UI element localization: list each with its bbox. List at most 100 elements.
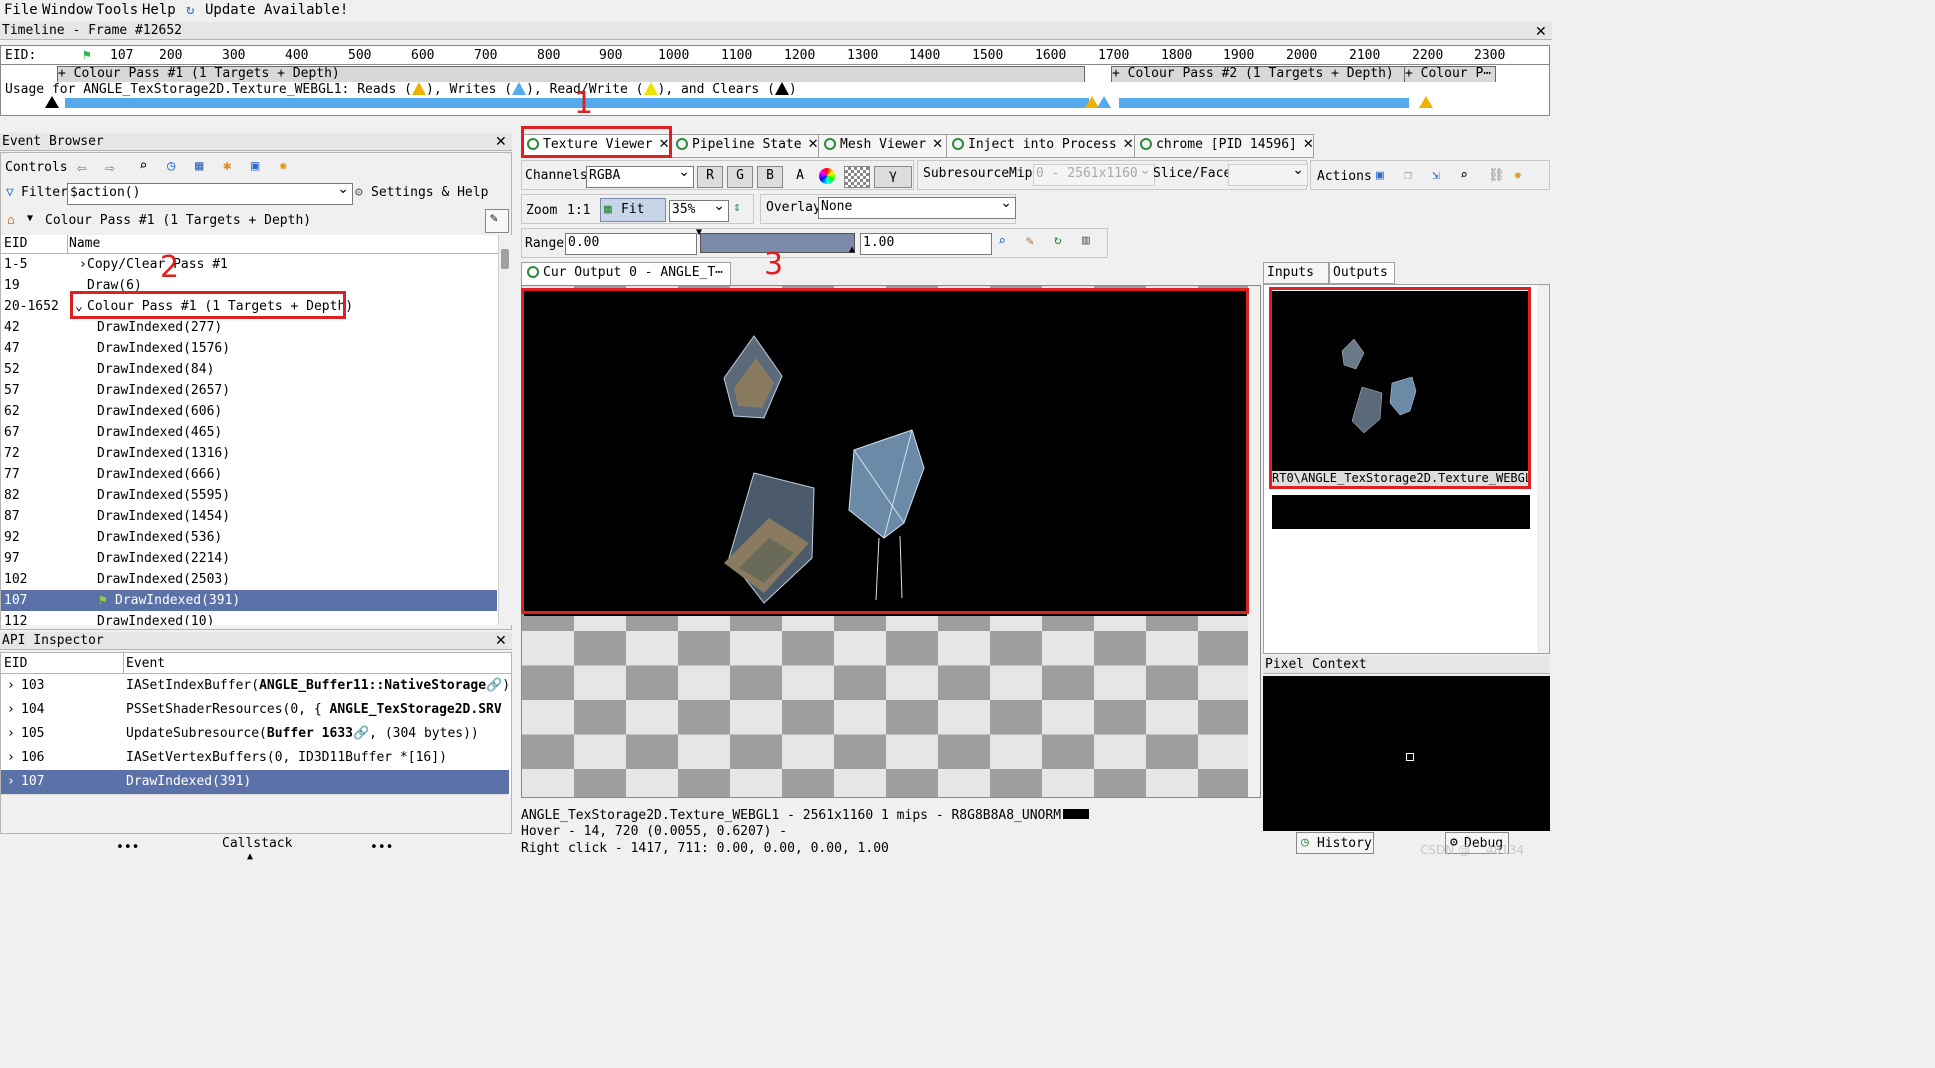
col-name[interactable]: Name xyxy=(69,236,100,251)
mip-select[interactable]: 0 - 2561x1160 xyxy=(1033,164,1155,186)
settings-help-button[interactable]: Settings & Help xyxy=(371,185,488,200)
reset-icon[interactable]: ↻ xyxy=(1054,233,1062,248)
bookmark-icon[interactable]: ▦ xyxy=(195,158,203,174)
channel-r-toggle[interactable]: R xyxy=(697,166,723,188)
tab-inputs[interactable]: Inputs xyxy=(1263,262,1329,284)
autofit-icon[interactable]: ✎ xyxy=(1026,234,1034,249)
tree-row[interactable]: 92 DrawIndexed(536) xyxy=(1,527,497,549)
find-icon[interactable]: ⌕ xyxy=(1460,168,1468,183)
tree-row[interactable]: 112 DrawIndexed(10) xyxy=(1,611,497,625)
col-eid[interactable]: EID xyxy=(4,656,27,671)
pass2-marker[interactable]: + Colour Pass #2 (1 Targets + Depth) xyxy=(1111,66,1405,83)
flip-icon[interactable]: ⇕ xyxy=(733,200,741,215)
range-min-handle[interactable]: ▼ xyxy=(696,227,702,238)
tree-row[interactable]: 87 DrawIndexed(1454) xyxy=(1,506,497,528)
viewer-output-tab[interactable]: Cur Output 0 - ANGLE_T⋯ xyxy=(521,262,731,286)
zoom-1to1-button[interactable]: 1:1 xyxy=(567,203,590,218)
tree-row-selected[interactable]: 107 ⚑ DrawIndexed(391) xyxy=(1,590,497,612)
settings-icon[interactable]: ✸ xyxy=(1514,168,1522,183)
tree-row[interactable]: 82 DrawIndexed(5595) xyxy=(1,485,497,507)
api-row[interactable]: › 104 PSSetShaderResources(0, { ANGLE_TexS… xyxy=(1,698,509,723)
tree-row[interactable]: 97 DrawIndexed(2214) xyxy=(1,548,497,570)
tree-row[interactable]: 77 DrawIndexed(666) xyxy=(1,464,497,486)
tab-mesh-viewer[interactable]: Mesh Viewer ✕ xyxy=(818,134,948,158)
tree-row[interactable]: 57 DrawIndexed(2657) xyxy=(1,380,497,402)
api-row[interactable]: › 105 UpdateSubresource(Buffer 1633🔗, (304… xyxy=(1,722,509,747)
menu-window[interactable]: Window xyxy=(42,2,93,18)
tree-row[interactable]: 42 DrawIndexed(277) xyxy=(1,317,497,339)
channels-select[interactable]: RGBA xyxy=(586,166,694,188)
clock-icon[interactable]: ◷ xyxy=(167,158,175,174)
breadcrumb[interactable]: Colour Pass #1 (1 Targets + Depth) xyxy=(45,213,311,228)
callstack-toggle[interactable]: Callstack xyxy=(222,836,292,851)
range-min-input[interactable]: 0.00 xyxy=(565,233,697,255)
timeline-ruler[interactable]: EID: ⚑ 107 200 300 400 500 600 700 800 9… xyxy=(0,45,1550,65)
close-icon[interactable]: ✕ xyxy=(1303,137,1314,152)
checkerboard-toggle[interactable] xyxy=(844,166,870,188)
tree-row[interactable]: 47 DrawIndexed(1576) xyxy=(1,338,497,360)
overlay-select[interactable]: None xyxy=(818,197,1016,219)
chevron-down-icon[interactable]: ▼ xyxy=(27,213,33,224)
tab-chrome-process[interactable]: chrome [PID 14596] ✕ xyxy=(1134,134,1314,158)
gamma-toggle[interactable]: γ xyxy=(874,166,912,188)
tab-outputs[interactable]: Outputs xyxy=(1329,262,1395,284)
close-icon[interactable]: ✕ xyxy=(1535,25,1547,39)
tree-row[interactable]: 67 DrawIndexed(465) xyxy=(1,422,497,444)
close-icon[interactable]: ✕ xyxy=(808,137,819,152)
channel-a-toggle[interactable]: A xyxy=(787,166,813,188)
link-icon[interactable]: ⛓ xyxy=(1488,168,1505,183)
find-icon[interactable]: ⌕ xyxy=(139,158,147,174)
pixel-context-view[interactable] xyxy=(1263,676,1550,831)
star-icon[interactable]: ✸ xyxy=(279,158,287,174)
pass3-marker[interactable]: + Colour P⋯ xyxy=(1404,66,1496,83)
menu-file[interactable]: File xyxy=(4,2,38,18)
update-available-link[interactable]: Update Available! xyxy=(205,2,348,18)
range-max-input[interactable]: 1.00 xyxy=(860,233,992,255)
save-icon[interactable]: ▣ xyxy=(251,158,259,174)
prev-arrow-icon[interactable]: ⇦ xyxy=(77,158,87,177)
api-row-selected[interactable]: › 107 DrawIndexed(391) xyxy=(1,770,509,795)
close-icon[interactable]: ✕ xyxy=(932,137,943,152)
close-icon[interactable]: ✕ xyxy=(495,634,507,648)
history-button[interactable]: ◷ History xyxy=(1296,832,1374,854)
histogram-icon[interactable]: ▥ xyxy=(1082,233,1090,248)
scrollbar[interactable] xyxy=(498,235,512,625)
filter-input[interactable]: $action() xyxy=(67,183,353,205)
viewer-vscroll[interactable] xyxy=(1248,286,1260,797)
api-row[interactable]: › 103 IASetIndexBuffer(ANGLE_Buffer11::Nat… xyxy=(1,674,509,699)
more-dots[interactable]: ••• xyxy=(116,840,139,855)
zoom-range-icon[interactable]: ⌕ xyxy=(998,234,1006,249)
tree-row[interactable]: 52 DrawIndexed(84) xyxy=(1,359,497,381)
home-icon[interactable]: ⌂ xyxy=(7,213,15,228)
thumbnail-depth[interactable] xyxy=(1272,495,1530,647)
tab-pipeline-state[interactable]: Pipeline State ✕ xyxy=(670,134,820,158)
fit-toggle[interactable]: ▦ Fit xyxy=(600,198,666,222)
col-eid[interactable]: EID xyxy=(4,236,27,251)
tree-row[interactable]: 72 DrawIndexed(1316) xyxy=(1,443,497,465)
edit-icon[interactable]: ✎ xyxy=(485,209,509,233)
color-wheel-icon[interactable] xyxy=(819,168,835,184)
col-event[interactable]: Event xyxy=(126,656,165,671)
channel-g-toggle[interactable]: G xyxy=(727,166,753,188)
tree-row[interactable]: 102 DrawIndexed(2503) xyxy=(1,569,497,591)
viewer-hscroll[interactable] xyxy=(521,798,1261,808)
save-icon[interactable]: ▣ xyxy=(1376,168,1384,183)
chevron-up-icon[interactable]: ▲ xyxy=(247,851,253,862)
zoom-select[interactable]: 35% xyxy=(669,200,729,222)
api-row[interactable]: › 106 IASetVertexBuffers(0, ID3D11Buffer *… xyxy=(1,746,509,771)
menu-tools[interactable]: Tools xyxy=(96,2,138,18)
copy-icon[interactable]: ❐ xyxy=(1404,168,1412,183)
tab-inject-into-process[interactable]: Inject into Process ✕ xyxy=(946,134,1136,158)
open-icon[interactable]: ⇲ xyxy=(1432,168,1440,183)
close-icon[interactable]: ✕ xyxy=(495,135,507,149)
scrollbar-thumb[interactable] xyxy=(501,249,509,269)
tree-row[interactable]: 62 DrawIndexed(606) xyxy=(1,401,497,423)
range-max-handle[interactable]: ▲ xyxy=(849,244,855,255)
gear-icon[interactable]: ✱ xyxy=(223,158,231,174)
close-icon[interactable]: ✕ xyxy=(1123,137,1134,152)
menu-help[interactable]: Help xyxy=(142,2,176,18)
tree-row[interactable]: 1-5 › Copy/Clear Pass #1 xyxy=(1,254,497,276)
next-arrow-icon[interactable]: ⇨ xyxy=(105,158,115,177)
channel-b-toggle[interactable]: B xyxy=(757,166,783,188)
more-dots[interactable]: ••• xyxy=(370,840,393,855)
